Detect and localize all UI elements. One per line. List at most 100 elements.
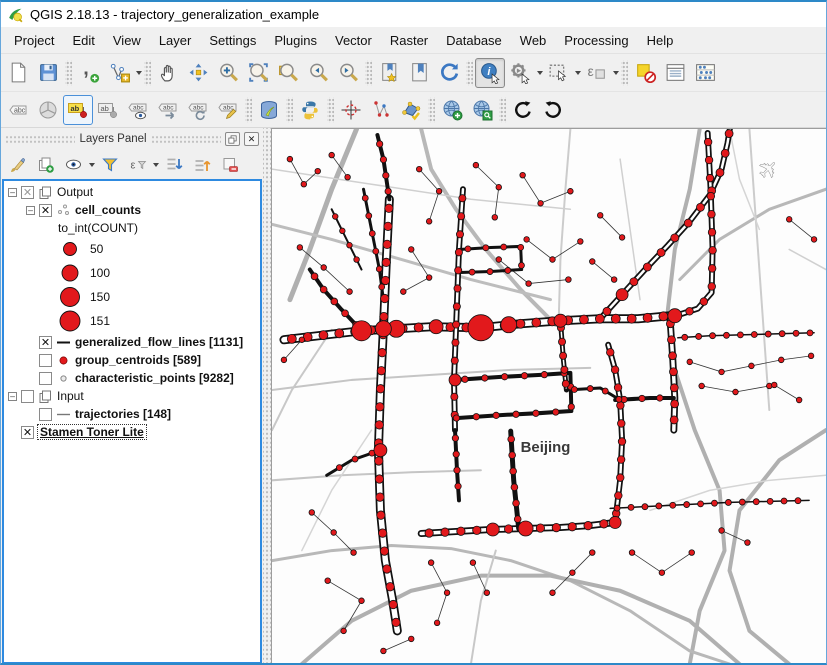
tree-item-label[interactable]: 100	[90, 266, 110, 280]
tree-item-label[interactable]: Input	[57, 389, 84, 403]
manage-layer-visibility-dropdown-caret[interactable]	[89, 163, 95, 167]
layer-checkbox[interactable]: ✕	[39, 204, 52, 217]
group-row-input[interactable]: – Input	[4, 387, 260, 405]
filter-legend-by-expression-dropdown-caret[interactable]	[153, 163, 159, 167]
layers-panel-header[interactable]: Layers Panel ✕	[1, 128, 263, 150]
panel-close-button[interactable]: ✕	[244, 132, 259, 146]
menu-database[interactable]: Database	[437, 29, 511, 52]
menu-raster[interactable]: Raster	[381, 29, 437, 52]
manage-layer-visibility-button[interactable]	[61, 153, 87, 177]
menu-view[interactable]: View	[104, 29, 150, 52]
tree-item-label[interactable]: generalized_flow_lines [1131]	[75, 335, 243, 349]
tree-item-label[interactable]: Stamen Toner Lite	[38, 425, 146, 439]
zoom-to-layer-button[interactable]	[273, 58, 303, 88]
layer-row-to-int-count[interactable]: to_int(COUNT)	[4, 219, 260, 237]
layer-row-100[interactable]: 100	[4, 261, 260, 285]
menu-settings[interactable]: Settings	[200, 29, 265, 52]
layer-row-151[interactable]: 151	[4, 309, 260, 333]
menu-help[interactable]: Help	[638, 29, 683, 52]
rotate-clockwise-button[interactable]	[508, 95, 538, 125]
filter-legend-by-expression-button[interactable]: ε	[125, 153, 151, 177]
layer-row-150[interactable]: 150	[4, 285, 260, 309]
refresh-map-button[interactable]	[434, 58, 464, 88]
add-delimited-text-layer-button[interactable]: ,	[74, 58, 104, 88]
db-manager-button[interactable]	[254, 95, 284, 125]
identify-features-button[interactable]: i	[475, 58, 505, 88]
field-calculator-button[interactable]	[690, 58, 720, 88]
layer-row-group-centroids-589[interactable]: group_centroids [589]	[4, 351, 260, 369]
node-tool-button[interactable]	[104, 58, 134, 88]
add-group-button[interactable]	[33, 153, 59, 177]
tree-item-label[interactable]: group_centroids [589]	[75, 353, 201, 367]
zoom-next-button[interactable]	[333, 58, 363, 88]
tree-expander-icon[interactable]: –	[8, 392, 17, 401]
tree-expander-icon[interactable]: –	[26, 206, 35, 215]
menu-vector[interactable]: Vector	[326, 29, 381, 52]
tree-item-label[interactable]: 151	[90, 314, 110, 328]
layer-row-generalized-flow-lines-1131[interactable]: ✕ generalized_flow_lines [1131]	[4, 333, 260, 351]
open-layer-styling-button[interactable]	[5, 153, 31, 177]
tree-item-label[interactable]: Output	[57, 185, 93, 199]
layer-row-50[interactable]: 50	[4, 237, 260, 261]
pan-to-selection-button[interactable]	[183, 58, 213, 88]
new-bookmark-button[interactable]	[374, 58, 404, 88]
tree-item-label[interactable]: 150	[90, 290, 110, 304]
menu-project[interactable]: Project	[5, 29, 63, 52]
layer-row-stamen-toner-lite[interactable]: ✕ Stamen Toner Lite	[4, 423, 260, 441]
menu-web[interactable]: Web	[511, 29, 556, 52]
collapse-all-button[interactable]	[189, 153, 215, 177]
panel-float-button[interactable]	[225, 132, 240, 146]
layer-checkbox[interactable]	[39, 372, 52, 385]
panel-splitter[interactable]	[263, 128, 271, 664]
open-attribute-table-button[interactable]	[660, 58, 690, 88]
layer-checkbox[interactable]	[39, 354, 52, 367]
layer-row-trajectories-148[interactable]: trajectories [148]	[4, 405, 260, 423]
change-label-button[interactable]: abc	[213, 95, 243, 125]
pin-unpin-labels-button[interactable]: ab	[93, 95, 123, 125]
tree-item-label[interactable]: characteristic_points [9282]	[75, 371, 234, 385]
check-geometries-button[interactable]	[366, 95, 396, 125]
select-features-button[interactable]	[543, 58, 573, 88]
zoom-last-button[interactable]	[303, 58, 333, 88]
map-tips-button[interactable]	[630, 58, 660, 88]
node-tool-dropdown-caret[interactable]	[136, 71, 142, 75]
run-feature-action-button[interactable]	[505, 58, 535, 88]
menu-plugins[interactable]: Plugins	[265, 29, 326, 52]
coordinate-capture-button[interactable]	[336, 95, 366, 125]
map-canvas[interactable]: Beijing✈	[271, 128, 826, 664]
highlight-pinned-labels-button[interactable]: ab	[63, 95, 93, 125]
topology-checker-button[interactable]	[396, 95, 426, 125]
layer-diagram-options-button[interactable]	[33, 95, 63, 125]
deselect-features-button[interactable]: ε	[581, 58, 611, 88]
save-project-button[interactable]	[33, 58, 63, 88]
layer-checkbox[interactable]: ✕	[21, 186, 34, 199]
menu-processing[interactable]: Processing	[555, 29, 637, 52]
tree-expander-icon[interactable]: –	[8, 188, 17, 197]
tree-item-label[interactable]: 50	[90, 242, 103, 256]
group-row-output[interactable]: –✕ Output	[4, 183, 260, 201]
zoom-in-button[interactable]	[213, 58, 243, 88]
menu-layer[interactable]: Layer	[150, 29, 201, 52]
move-label-button[interactable]: abc	[153, 95, 183, 125]
show-bookmarks-button[interactable]	[404, 58, 434, 88]
tree-item-label[interactable]: cell_counts	[75, 203, 141, 217]
layer-checkbox[interactable]	[39, 408, 52, 421]
deselect-features-dropdown-caret[interactable]	[613, 71, 619, 75]
layer-labeling-options-button[interactable]: abc	[3, 95, 33, 125]
new-project-button[interactable]	[3, 58, 33, 88]
show-hide-labels-button[interactable]: abc	[123, 95, 153, 125]
rotate-counterclockwise-button[interactable]	[538, 95, 568, 125]
layer-checkbox[interactable]	[21, 390, 34, 403]
tree-item-label[interactable]: trajectories [148]	[75, 407, 171, 421]
layer-row-characteristic-points-9282[interactable]: characteristic_points [9282]	[4, 369, 260, 387]
layer-checkbox[interactable]: ✕	[21, 426, 34, 439]
pan-map-button[interactable]	[153, 58, 183, 88]
filter-legend-button[interactable]	[97, 153, 123, 177]
metasearch-search-button[interactable]	[467, 95, 497, 125]
remove-layer-group-button[interactable]	[217, 153, 243, 177]
layer-checkbox[interactable]: ✕	[39, 336, 52, 349]
metasearch-add-button[interactable]	[437, 95, 467, 125]
rotate-label-button[interactable]: abc	[183, 95, 213, 125]
zoom-full-extent-button[interactable]	[243, 58, 273, 88]
layer-row-cell-counts[interactable]: –✕ cell_counts	[4, 201, 260, 219]
